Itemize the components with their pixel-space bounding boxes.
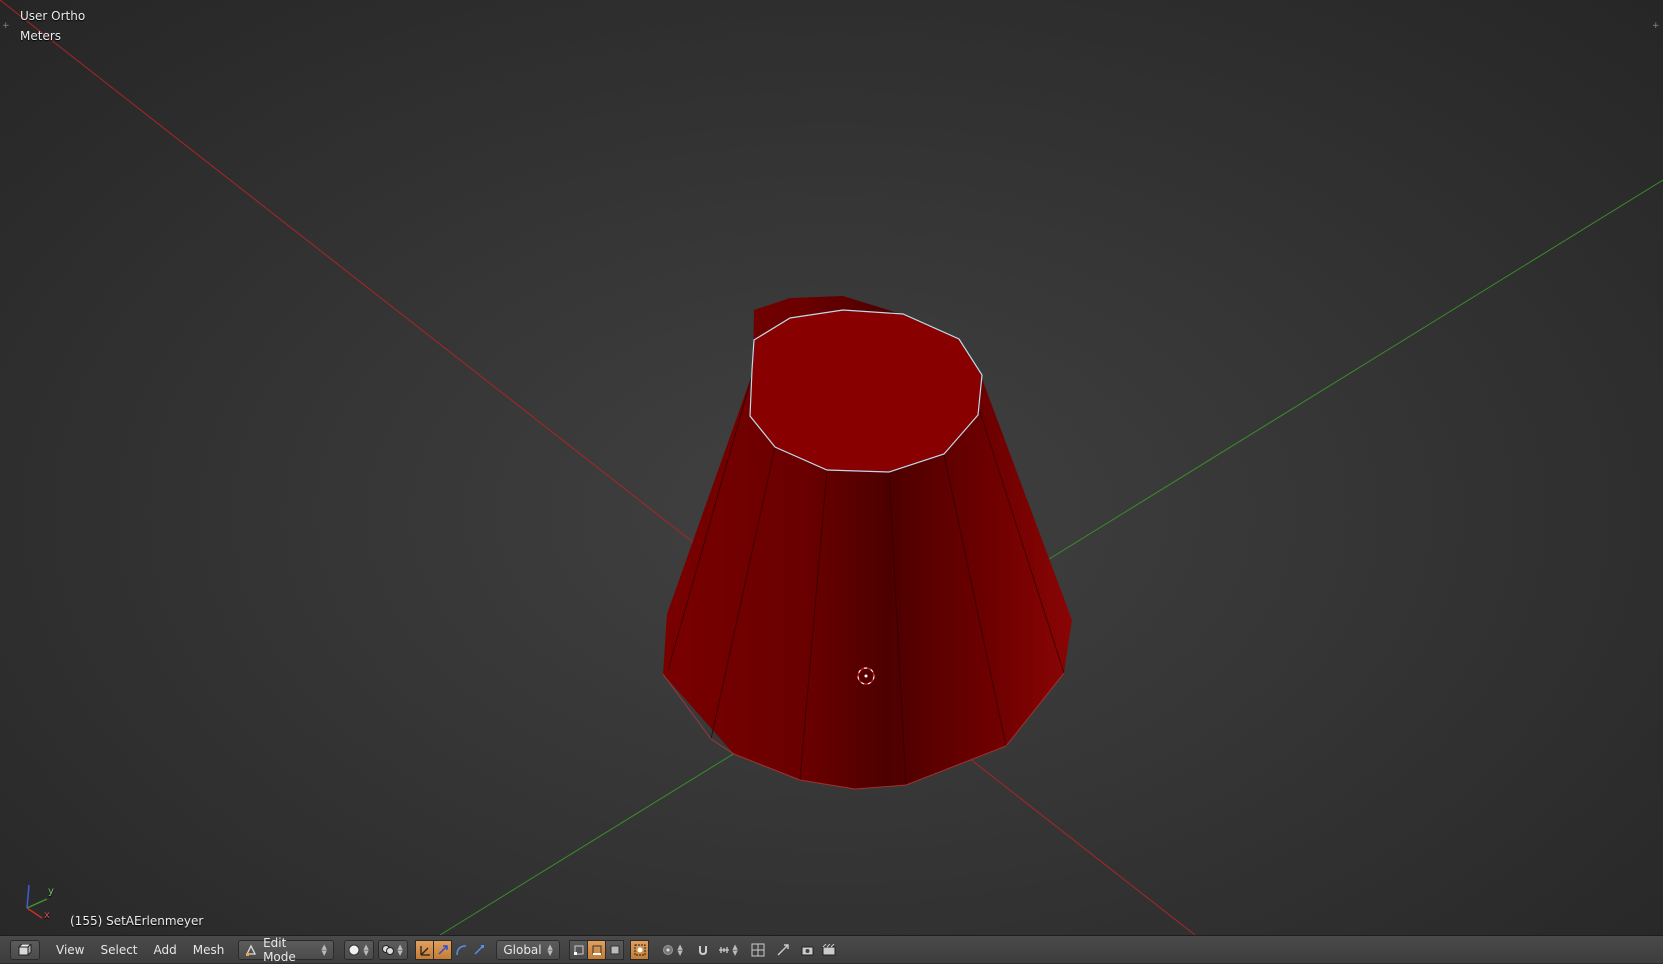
manipulator-scale-icon [474,944,484,955]
3d-view-header: View Select Add Mesh Edit Mode ▲ ▼ ▲ ▼ ▲ ▼ [0,935,1663,964]
render-button[interactable] [798,940,817,960]
3d-view-icon [18,943,32,956]
viewport-shading-selector[interactable]: ▲ ▼ [344,939,375,960]
snap-target-button[interactable] [748,940,767,960]
select-face-button[interactable] [605,939,625,960]
x-axis-line [0,0,1196,935]
manipulator-translate-button[interactable] [433,939,453,960]
manipulator-translate-icon [438,944,448,955]
orientation-label: Global [503,942,542,957]
manipulator-toggle[interactable] [415,939,435,960]
menu-select[interactable]: Select [92,940,145,960]
pivot-point-selector[interactable]: ▲ ▼ [378,939,409,960]
area-split-corner-right[interactable]: + [1652,22,1660,31]
menu-view[interactable]: View [48,940,92,960]
occlude-geometry-button[interactable] [630,939,650,960]
face-select-icon [610,945,620,954]
mesh-top-face [749,309,983,473]
snap-element-selector[interactable]: ▲ ▼ [716,940,744,960]
units-label: Meters [20,29,62,43]
edge-select-icon [592,945,602,955]
manipulator-rotate-icon [456,944,466,955]
snap-align-icon [777,943,789,955]
manipulator-rotate-button[interactable] [451,940,470,960]
edit-mode-icon [246,944,257,956]
mode-selector[interactable]: Edit Mode ▲ ▼ [238,936,335,964]
solid-sphere-icon [348,944,360,955]
editor-type-selector[interactable] [10,939,40,960]
proportional-edit-icon [663,944,674,955]
render-icon [801,946,814,955]
render-animation-button[interactable] [819,940,838,960]
manipulator-scale-button[interactable] [469,940,488,960]
snap-increment-icon [719,946,730,953]
view-label: User Ortho [20,9,86,23]
gizmo-x-label: x [44,910,50,921]
occlude-geometry-icon [634,944,646,955]
scene-canvas[interactable] [0,0,1663,935]
render-animation-icon [822,943,836,955]
menu-mesh[interactable]: Mesh [185,940,233,960]
vertex-select-icon [573,945,584,955]
area-split-corner-left[interactable]: + [2,22,10,31]
y-axis-line [439,179,1663,935]
3d-viewport[interactable]: User Ortho Meters (155) SetAErlenmeyer y… [0,0,1663,935]
snap-target-icon [751,943,765,956]
manipulator-translate-icon [420,945,430,956]
mode-label: Edit Mode [263,935,296,964]
pivot-point-icon [382,944,395,955]
mesh-object[interactable] [662,296,1072,790]
orientation-selector[interactable]: Global ▲ ▼ [496,939,561,960]
menu-add[interactable]: Add [146,940,185,960]
object-info: (155) SetAErlenmeyer [70,914,204,928]
gizmo-y-label: y [48,886,54,897]
select-edge-button[interactable] [587,939,607,960]
magnet-icon [698,945,707,955]
snap-align-button[interactable] [773,940,792,960]
proportional-edit-selector[interactable]: ▲ ▼ [659,940,689,960]
select-vertex-button[interactable] [569,939,589,960]
snap-toggle[interactable] [693,940,712,960]
